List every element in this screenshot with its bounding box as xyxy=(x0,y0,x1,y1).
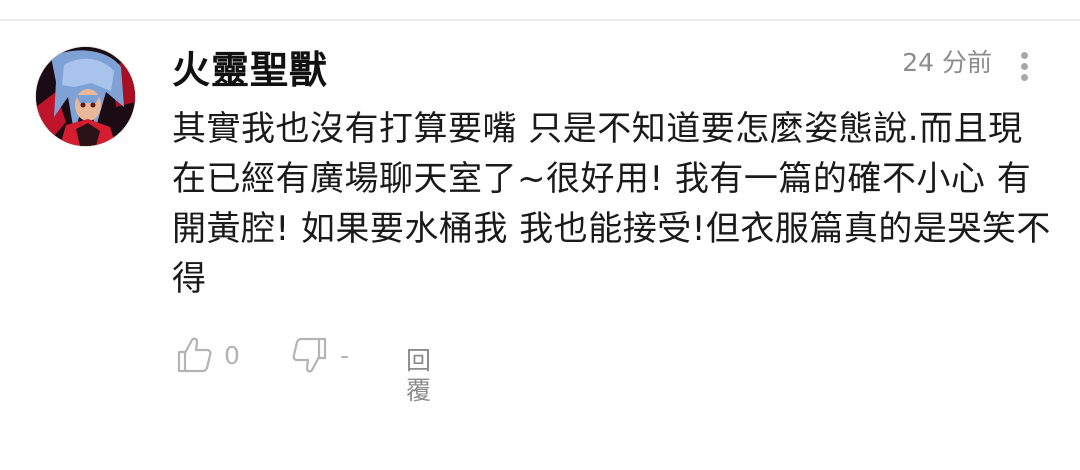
more-vertical-icon[interactable] xyxy=(1013,50,1037,84)
comment-author[interactable]: 火靈聖獸 xyxy=(172,45,328,95)
comment-timestamp: 24 分前 xyxy=(902,48,992,77)
dislike-button[interactable]: - xyxy=(290,335,370,379)
avatar[interactable] xyxy=(36,47,135,146)
avatar-image xyxy=(36,47,135,146)
like-count: 0 xyxy=(224,341,240,370)
thumbs-up-icon xyxy=(177,337,212,373)
menu-dot xyxy=(1021,63,1028,70)
comment-body: 其實我也沒有打算要嘴 只是不知道要怎麼姿態說.而且現在已經有廣場聊天室了~很好用… xyxy=(172,109,1051,299)
menu-dot xyxy=(1021,74,1028,81)
reply-button[interactable]: 回覆 xyxy=(406,346,431,406)
thumbs-down-icon xyxy=(292,337,327,373)
comment-item: 火靈聖獸 24 分前 其實我也沒有打算要嘴 只是不知道要怎麼姿態說.而且現在已經… xyxy=(0,0,1080,470)
like-button[interactable]: 0 xyxy=(172,335,252,379)
menu-dot xyxy=(1021,52,1028,59)
dislike-count: - xyxy=(340,341,350,370)
